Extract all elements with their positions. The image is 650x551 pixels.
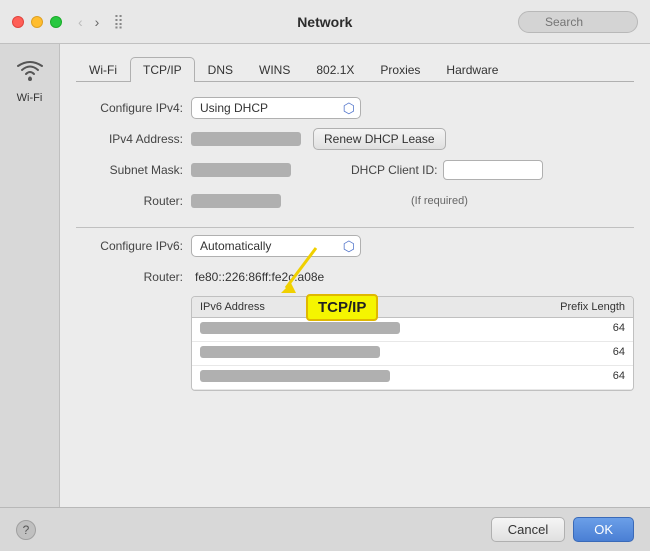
help-button[interactable]: ? [16, 520, 36, 540]
subnet-mask-row: Subnet Mask: DHCP Client ID: [76, 158, 634, 182]
ipv6-prefix-3: 64 [535, 370, 625, 385]
renew-dhcp-button[interactable]: Renew DHCP Lease [313, 128, 446, 150]
ipv6-section: Configure IPv6: Automatically Manually O… [76, 234, 634, 391]
ipv6-addr-1 [200, 322, 535, 337]
configure-ipv6-row: Configure IPv6: Automatically Manually O… [76, 234, 634, 258]
tabs-bar: Wi-Fi TCP/IP DNS WINS 802.1X Proxies Har… [76, 56, 634, 82]
search-input[interactable] [518, 11, 638, 33]
col-prefix-length: Prefix Length [535, 301, 625, 313]
cancel-button[interactable]: Cancel [491, 517, 565, 542]
router-value [191, 194, 281, 208]
configure-ipv6-select[interactable]: Automatically Manually Off [191, 235, 361, 257]
bottom-bar: ? Cancel OK [0, 507, 650, 551]
ipv6-table-header: IPv6 Address Prefix Length [192, 297, 633, 318]
tab-wifi[interactable]: Wi-Fi [76, 57, 130, 82]
nav-arrows: ‹ › [74, 12, 103, 32]
maximize-button[interactable] [50, 16, 62, 28]
window-controls [12, 16, 62, 28]
ok-button[interactable]: OK [573, 517, 634, 542]
search-wrapper: 🔍 [518, 11, 638, 33]
dhcp-client-id-input[interactable] [443, 160, 543, 180]
configure-ipv4-select[interactable]: Using DHCP Manually Off [191, 97, 361, 119]
section-divider [76, 227, 634, 228]
ipv6-addr-blurred-3 [200, 370, 390, 382]
sidebar-wifi-label: Wi-Fi [17, 92, 43, 104]
configure-ipv4-row: Configure IPv4: Using DHCP Manually Off … [76, 96, 634, 120]
configure-ipv6-label: Configure IPv6: [76, 239, 191, 253]
content-panel: Wi-Fi TCP/IP DNS WINS 802.1X Proxies Har… [60, 44, 650, 507]
window-title: Network [132, 14, 518, 30]
tab-8021x[interactable]: 802.1X [303, 57, 367, 82]
table-row: 64 [192, 318, 633, 342]
wifi-icon [16, 60, 44, 88]
col-ipv6-address: IPv6 Address [200, 301, 535, 313]
back-button[interactable]: ‹ [74, 12, 87, 32]
ipv6-router-value: fe80::226:86ff:fe2c:a08e [195, 270, 324, 284]
tab-dns[interactable]: DNS [195, 57, 246, 82]
grid-icon: ⣿ [113, 13, 123, 30]
if-required-text: (If required) [411, 195, 468, 207]
main-content: Wi-Fi Wi-Fi TCP/IP DNS WINS 802.1X Proxi… [0, 44, 650, 507]
ipv6-prefix-1: 64 [535, 322, 625, 337]
ipv6-addr-blurred-1 [200, 322, 400, 334]
router-label: Router: [76, 194, 191, 208]
ipv4-address-label: IPv4 Address: [76, 132, 191, 146]
dhcp-client-id-label: DHCP Client ID: [351, 163, 437, 177]
tab-wins[interactable]: WINS [246, 57, 303, 82]
subnet-mask-label: Subnet Mask: [76, 163, 191, 177]
ipv4-section: Configure IPv4: Using DHCP Manually Off … [76, 96, 634, 213]
sidebar: Wi-Fi [0, 44, 60, 507]
configure-ipv4-label: Configure IPv4: [76, 101, 191, 115]
ipv6-addr-3 [200, 370, 535, 385]
ipv6-table: IPv6 Address Prefix Length 64 64 [191, 296, 634, 391]
bottom-actions: Cancel OK [491, 517, 634, 542]
table-row: 64 [192, 366, 633, 390]
table-row: 64 [192, 342, 633, 366]
if-required-row: Router: (If required) [76, 189, 634, 213]
configure-ipv6-select-wrapper: Automatically Manually Off ⬡ [191, 235, 361, 257]
ipv4-address-value [191, 132, 301, 146]
ipv6-router-row: Router: fe80::226:86ff:fe2c:a08e [76, 265, 634, 289]
ipv4-address-row: IPv4 Address: Renew DHCP Lease [76, 127, 634, 151]
tab-tcpip[interactable]: TCP/IP [130, 57, 195, 82]
configure-ipv4-select-wrapper: Using DHCP Manually Off ⬡ [191, 97, 361, 119]
ipv6-router-label: Router: [76, 270, 191, 284]
tab-proxies[interactable]: Proxies [367, 57, 433, 82]
subnet-mask-value [191, 163, 291, 177]
close-button[interactable] [12, 16, 24, 28]
ipv6-prefix-2: 64 [535, 346, 625, 361]
tab-hardware[interactable]: Hardware [433, 57, 511, 82]
content-wrapper: Configure IPv4: Using DHCP Manually Off … [76, 96, 634, 495]
ipv6-addr-blurred-2 [200, 346, 380, 358]
forward-button[interactable]: › [91, 12, 104, 32]
ipv6-addr-2 [200, 346, 535, 361]
titlebar: ‹ › ⣿ Network 🔍 [0, 0, 650, 44]
minimize-button[interactable] [31, 16, 43, 28]
